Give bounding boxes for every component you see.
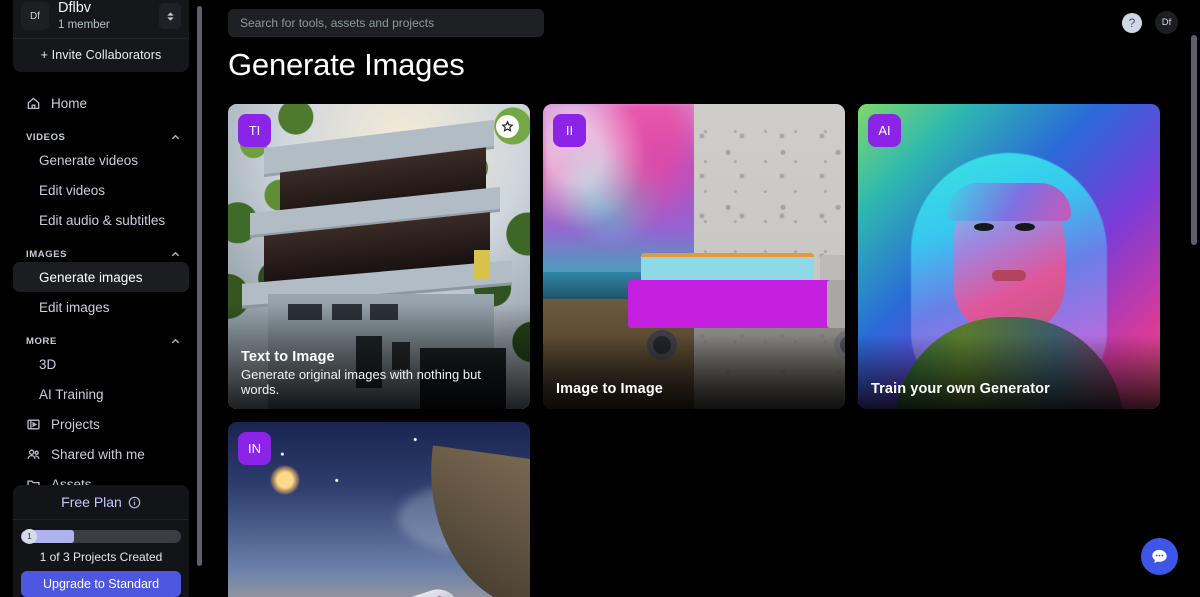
app-root: Df Dflbv 1 member + Invite Collaborators	[0, 0, 1200, 597]
page-title: Generate Images	[228, 47, 465, 82]
shared-users-icon	[26, 447, 41, 462]
sidebar-item-edit-audio-subtitles[interactable]: Edit audio & subtitles	[13, 205, 189, 235]
sidebar-item-label: Home	[51, 95, 88, 111]
workspace-name: Dflbv	[58, 0, 92, 16]
invite-collaborators-button[interactable]: + Invite Collaborators	[13, 39, 189, 72]
tool-card-grid: TI Text to Image Generate original image…	[202, 83, 1200, 597]
card-title: Image to Image	[556, 381, 663, 397]
section-header-more[interactable]: MORE	[13, 336, 189, 347]
workspace-card: Df Dflbv 1 member + Invite Collaborators	[13, 0, 189, 72]
card-badge: TI	[238, 114, 271, 147]
sidebar-item-edit-videos[interactable]: Edit videos	[13, 175, 189, 205]
card-caption: Image to Image	[543, 335, 845, 409]
workspace-switcher[interactable]: Df Dflbv 1 member	[13, 0, 189, 38]
section-header-videos[interactable]: VIDEOS	[13, 132, 189, 143]
card-caption: Text to Image Generate original images w…	[228, 303, 530, 409]
upgrade-button[interactable]: Upgrade to Standard	[21, 571, 181, 597]
workspace-meta: Dflbv 1 member	[58, 0, 159, 32]
section-header-images[interactable]: IMAGES	[13, 249, 189, 260]
sort-updown-icon[interactable]	[159, 3, 181, 29]
card-title: Text to Image	[241, 349, 335, 365]
plan-header: Free Plan	[13, 485, 189, 519]
card-artwork-space-ship	[228, 422, 530, 597]
topbar-actions: ? Df	[1122, 11, 1178, 34]
sidebar: Df Dflbv 1 member + Invite Collaborators	[0, 0, 202, 597]
chat-bubble-icon[interactable]	[1141, 538, 1178, 575]
topbar: ? Df	[202, 0, 1200, 45]
workspace-avatar: Df	[21, 2, 49, 30]
main-content: ? Df Generate Images TI	[202, 0, 1200, 597]
avatar[interactable]: Df	[1155, 11, 1178, 34]
sidebar-item-label: Edit images	[39, 299, 110, 315]
chevron-up-icon[interactable]	[170, 249, 181, 260]
plan-usage-text: 1 of 3 Projects Created	[39, 550, 163, 564]
sidebar-item-label: AI Training	[39, 386, 104, 402]
tool-card-image-to-image[interactable]: II Image to Image	[543, 104, 845, 409]
sidebar-item-generate-images[interactable]: Generate images	[13, 262, 189, 292]
sidebar-item-3d[interactable]: 3D	[13, 349, 189, 379]
card-title: Train your own Generator	[871, 381, 1050, 397]
plan-card: Free Plan 1 1 of 3 Projects Created Upgr…	[13, 485, 189, 597]
card-badge: AI	[868, 114, 901, 147]
tool-card-train-your-own-generator[interactable]: AI Train your own Generator	[858, 104, 1160, 409]
plan-progress-bar: 1	[21, 529, 181, 544]
card-badge: IN	[238, 432, 271, 465]
sidebar-item-edit-images[interactable]: Edit images	[13, 292, 189, 322]
chevron-up-icon[interactable]	[170, 132, 181, 143]
workspace-members: 1 member	[58, 19, 110, 31]
home-icon	[26, 96, 41, 111]
sidebar-item-label: Generate images	[39, 269, 143, 285]
sidebar-item-label: Projects	[51, 416, 100, 432]
section-title: VIDEOS	[26, 132, 66, 143]
sidebar-item-label: Shared with me	[51, 446, 145, 462]
sidebar-item-label: Generate videos	[39, 152, 139, 168]
plan-progress-value: 1	[22, 529, 37, 544]
chevron-up-glyph	[166, 11, 174, 21]
plan-progress-wrap: 1	[13, 520, 189, 544]
favorite-star-icon[interactable]	[496, 115, 519, 138]
sidebar-item-shared-with-me[interactable]: Shared with me	[13, 439, 189, 469]
projects-icon	[26, 417, 41, 432]
sidebar-item-label: Edit audio & subtitles	[39, 212, 166, 228]
sidebar-item-generate-videos[interactable]: Generate videos	[13, 145, 189, 175]
search-input[interactable]	[228, 8, 544, 37]
card-badge: II	[553, 114, 586, 147]
sidebar-nav: Home VIDEOS Generate videos Edit videos …	[0, 88, 202, 499]
tool-card-text-to-image[interactable]: TI Text to Image Generate original image…	[228, 104, 530, 409]
info-circle-icon[interactable]	[128, 496, 141, 509]
chevron-up-icon[interactable]	[170, 336, 181, 347]
sidebar-item-projects[interactable]: Projects	[13, 409, 189, 439]
chat-glyph	[1152, 549, 1167, 564]
card-caption: Train your own Generator	[858, 335, 1160, 409]
sidebar-item-label: 3D	[39, 356, 57, 372]
plan-title: Free Plan	[61, 494, 122, 510]
section-title: IMAGES	[26, 249, 68, 260]
page-scrollbar[interactable]	[1191, 35, 1197, 245]
help-circle-icon[interactable]: ?	[1122, 12, 1142, 33]
tool-card-inpaint[interactable]: IN	[228, 422, 530, 597]
sidebar-item-home[interactable]: Home	[13, 88, 189, 118]
section-title: MORE	[26, 336, 57, 347]
sidebar-item-ai-training[interactable]: AI Training	[13, 379, 189, 409]
sidebar-item-label: Edit videos	[39, 182, 106, 198]
card-subtitle: Generate original images with nothing bu…	[241, 367, 481, 397]
